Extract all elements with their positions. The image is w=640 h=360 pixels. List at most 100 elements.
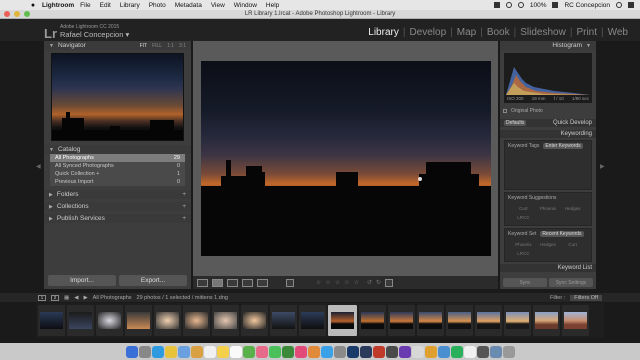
messages-icon[interactable] <box>268 345 281 358</box>
zoom-1-1[interactable]: 1:1 <box>167 43 174 49</box>
calendar-icon[interactable] <box>203 345 216 358</box>
screen-1-button[interactable]: 1 <box>38 294 46 301</box>
menu-file[interactable]: File <box>80 2 90 9</box>
lightroom-icon[interactable] <box>359 345 372 358</box>
keyword-suggestions-header[interactable]: Keyword Suggestions <box>505 193 591 203</box>
trash-icon[interactable] <box>502 345 515 358</box>
identity-plate[interactable]: Rafael Concepcion ▾ <box>60 30 129 39</box>
filmstrip-thumbnail-selected[interactable] <box>328 305 357 336</box>
filmstrip-thumbnail[interactable] <box>299 305 326 336</box>
facetime-icon[interactable] <box>281 345 294 358</box>
contacts-icon[interactable] <box>190 345 203 358</box>
menu-metadata[interactable]: Metadata <box>175 2 202 9</box>
histogram-header[interactable]: Histogram ▼ <box>500 41 596 50</box>
filmstrip-thumbnail[interactable] <box>154 305 181 336</box>
filter-select[interactable]: Filters Off <box>570 294 602 301</box>
module-map[interactable]: Map <box>453 27 480 38</box>
user-name[interactable]: RC Concepcion <box>564 2 610 9</box>
launchpad-icon[interactable] <box>138 345 151 358</box>
menu-view[interactable]: View <box>211 2 225 9</box>
filmstrip-thumbnail[interactable] <box>96 305 123 336</box>
preset-select[interactable]: Defaults <box>504 120 527 126</box>
rotate-left-icon[interactable]: ↺ <box>367 279 372 286</box>
module-library[interactable]: Library <box>364 27 403 38</box>
navigator-preview[interactable] <box>51 53 184 141</box>
module-slideshow[interactable]: Slideshow <box>516 27 570 38</box>
add-publish-service-icon[interactable]: + <box>182 215 186 222</box>
keyword-suggestion[interactable]: LRCC <box>511 215 536 220</box>
photoshop-icon[interactable] <box>346 345 359 358</box>
app-store-icon[interactable] <box>320 345 333 358</box>
loupe-view-icon[interactable] <box>212 278 223 287</box>
quicktime-icon[interactable] <box>476 345 489 358</box>
vlc-icon[interactable] <box>424 345 437 358</box>
keyword-suggestion[interactable]: Phoenix <box>536 206 561 211</box>
menu-app-name[interactable]: Lightroom <box>42 2 74 9</box>
chrome-icon[interactable] <box>164 345 177 358</box>
module-print[interactable]: Print <box>572 27 601 38</box>
catalog-row[interactable]: All Photographs 29 <box>50 154 185 162</box>
filmstrip-thumbnail[interactable] <box>183 305 210 336</box>
menu-library[interactable]: Library <box>120 2 140 9</box>
keyword-tags-select[interactable]: Enter Keywords <box>543 143 583 149</box>
skype-icon[interactable] <box>437 345 450 358</box>
maps-icon[interactable] <box>242 345 255 358</box>
zoom-fit[interactable]: FIT <box>140 43 148 49</box>
menu-photo[interactable]: Photo <box>149 2 166 9</box>
add-collection-icon[interactable]: + <box>182 203 186 210</box>
original-photo-row[interactable]: Original Photo <box>500 106 596 116</box>
rating-star-icon[interactable]: ☆ <box>335 279 340 286</box>
back-arrow-icon[interactable]: ◀ <box>74 295 78 301</box>
left-panel-toggle-icon[interactable]: ◀ <box>36 163 41 170</box>
keyword-suggestion[interactable]: Hedges <box>560 206 585 211</box>
export-button[interactable]: Export... <box>119 275 187 286</box>
finder-icon[interactable] <box>125 345 138 358</box>
filmstrip-thumbnail[interactable] <box>446 305 473 336</box>
filmstrip-thumbnail[interactable] <box>67 305 94 336</box>
filmstrip[interactable] <box>36 303 604 338</box>
preview-icon[interactable] <box>463 345 476 358</box>
filmstrip-thumbnail[interactable] <box>241 305 268 336</box>
itunes-icon[interactable] <box>294 345 307 358</box>
keyword-list-header[interactable]: Keyword List <box>500 264 596 272</box>
photos-icon[interactable] <box>255 345 268 358</box>
filmstrip-thumbnail[interactable] <box>475 305 502 336</box>
keyword-set-item[interactable]: Curt <box>560 242 585 247</box>
keywording-header[interactable]: Keywording <box>500 130 596 138</box>
reminders-icon[interactable] <box>229 345 242 358</box>
compare-view-icon[interactable] <box>227 278 238 287</box>
import-button[interactable]: Import... <box>48 275 116 286</box>
premiere-icon[interactable] <box>398 345 411 358</box>
sync-icon[interactable] <box>505 2 512 8</box>
module-book[interactable]: Book <box>483 27 514 38</box>
catalog-row[interactable]: All Synced Photographs 0 <box>50 162 185 170</box>
rating-star-icon[interactable]: ☆ <box>354 279 359 286</box>
collections-header[interactable]: ▶ Collections + <box>44 202 191 211</box>
checkbox-icon[interactable] <box>503 109 507 113</box>
notes-icon[interactable] <box>216 345 229 358</box>
notification-icon[interactable] <box>628 2 634 8</box>
battery-icon[interactable] <box>552 2 559 8</box>
catalog-header[interactable]: ▼ Catalog <box>44 145 191 154</box>
catalog-row[interactable]: Previous Import 0 <box>50 178 185 186</box>
system-preferences-icon[interactable] <box>333 345 346 358</box>
zoom-fill[interactable]: FILL <box>152 43 162 49</box>
safari-icon[interactable] <box>151 345 164 358</box>
painter-icon[interactable] <box>286 278 294 287</box>
filmstrip-thumbnail[interactable] <box>125 305 152 336</box>
publish-services-header[interactable]: ▶ Publish Services + <box>44 214 191 223</box>
add-folder-icon[interactable]: + <box>182 191 186 198</box>
keyword-set-select[interactable]: Recent Keywords <box>540 231 584 237</box>
rating-star-icon[interactable]: ☆ <box>344 279 349 286</box>
sync-button[interactable]: Sync <box>503 278 547 287</box>
wifi-icon[interactable] <box>517 2 524 8</box>
keyword-set-item[interactable]: Phoenix <box>511 242 536 247</box>
acrobat-icon[interactable] <box>372 345 385 358</box>
filmstrip-thumbnail[interactable] <box>504 305 531 336</box>
filmstrip-source[interactable]: All Photographs <box>93 295 132 301</box>
filmstrip-thumbnail[interactable] <box>359 305 386 336</box>
catalog-row[interactable]: Quick Collection + 1 <box>50 170 185 178</box>
menu-edit[interactable]: Edit <box>100 2 111 9</box>
rotate-right-icon[interactable]: ↻ <box>376 279 381 286</box>
grid-view-icon[interactable] <box>197 278 208 287</box>
